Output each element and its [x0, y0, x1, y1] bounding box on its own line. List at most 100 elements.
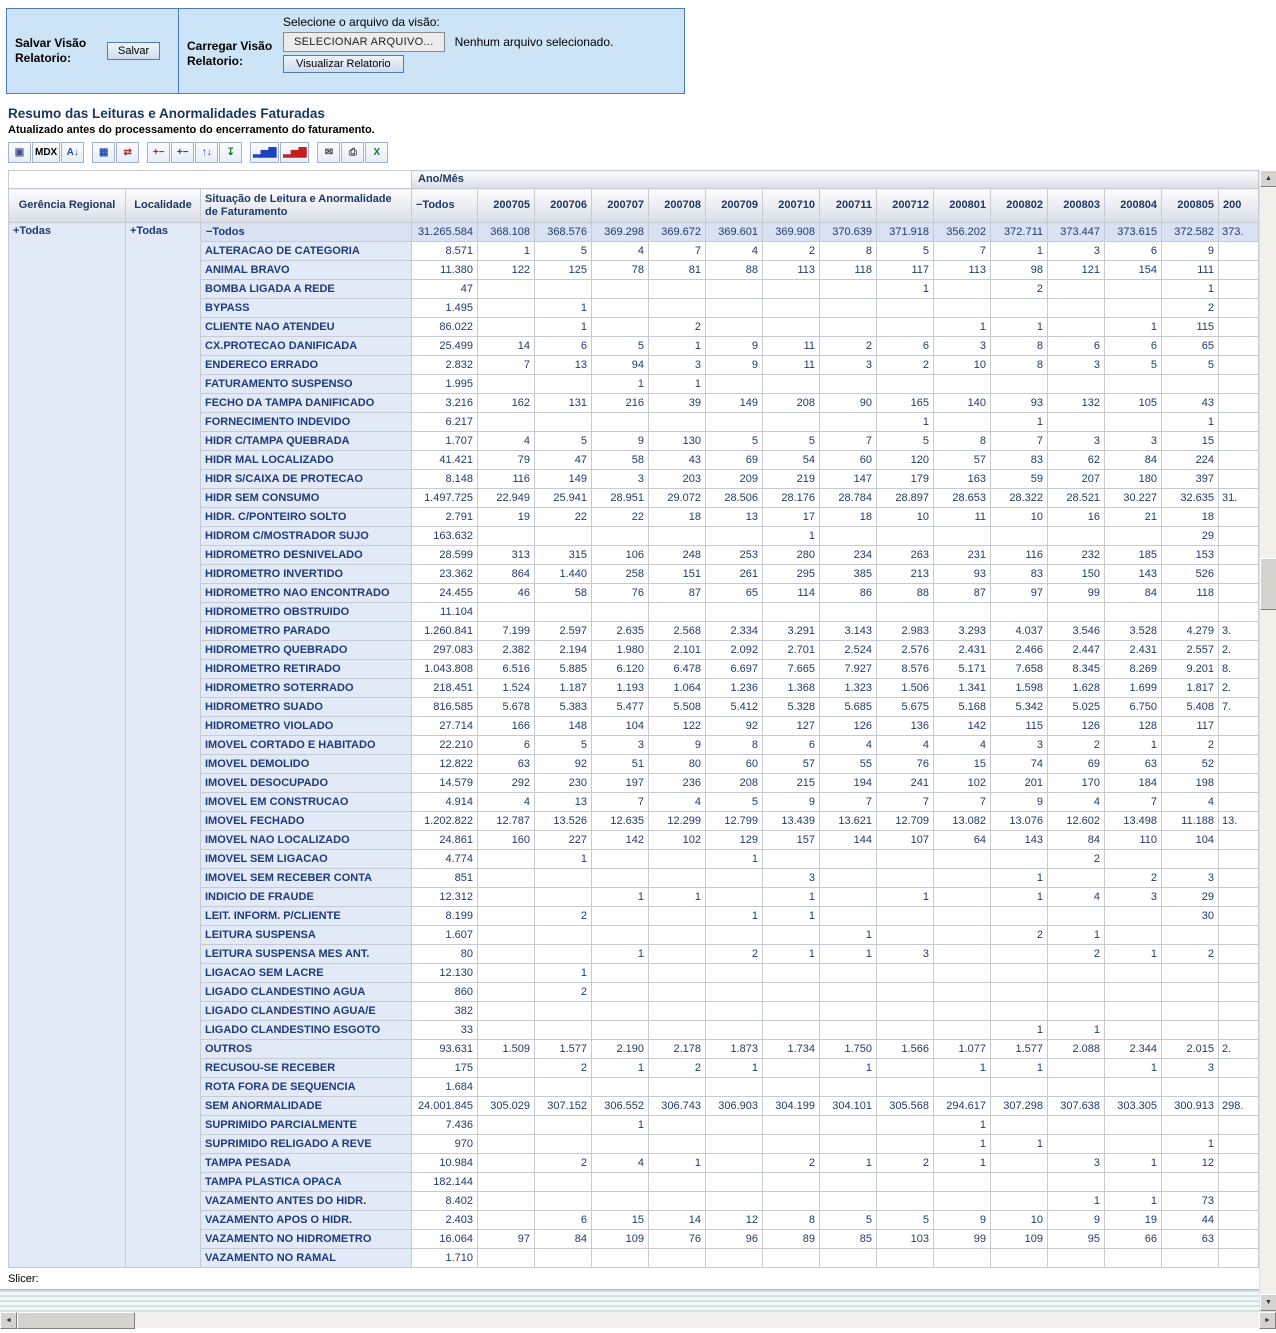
row-header[interactable]: VAZAMENTO ANTES DO HIDR.: [201, 1192, 412, 1211]
row-header[interactable]: INDICIO DE FRAUDE: [201, 888, 412, 907]
save-button[interactable]: Salvar: [107, 42, 160, 60]
row-header[interactable]: HIDROMETRO SUADO: [201, 698, 412, 717]
mdx-button[interactable]: MDX: [32, 142, 60, 163]
row-header[interactable]: HIDR S/CAIXA DE PROTECAO: [201, 470, 412, 489]
row-header[interactable]: LIGACAO SEM LACRE: [201, 964, 412, 983]
row-header[interactable]: HIDR C/TAMPA QUEBRADA: [201, 432, 412, 451]
autofilter-icon[interactable]: ▦: [92, 142, 115, 163]
vertical-scrollbar[interactable]: ▲ ▼: [1259, 170, 1276, 1311]
row-header[interactable]: OUTROS: [201, 1040, 412, 1059]
row-header[interactable]: ANIMAL BRAVO: [201, 261, 412, 280]
row-header[interactable]: ENDERECO ERRADO: [201, 356, 412, 375]
row-header[interactable]: IMOVEL DEMOLIDO: [201, 755, 412, 774]
column-header-month[interactable]: 200707: [592, 189, 649, 223]
row-header[interactable]: IMOVEL SEM LIGACAO: [201, 850, 412, 869]
column-header-month[interactable]: 200: [1219, 189, 1259, 223]
scroll-down-icon[interactable]: ▼: [1260, 1294, 1276, 1311]
column-header-month[interactable]: 200709: [706, 189, 763, 223]
column-header-month[interactable]: 200712: [877, 189, 934, 223]
column-header-month[interactable]: 200804: [1105, 189, 1162, 223]
move-field-icon[interactable]: ⇄: [116, 142, 139, 163]
row-header[interactable]: HIDROMETRO RETIRADO: [201, 660, 412, 679]
column-header-month[interactable]: 200802: [991, 189, 1048, 223]
row-header[interactable]: LIGADO CLANDESTINO AGUA: [201, 983, 412, 1002]
column-header-month[interactable]: 200710: [763, 189, 820, 223]
row-header[interactable]: CLIENTE NAO ATENDEU: [201, 318, 412, 337]
horizontal-scroll-thumb[interactable]: [17, 1312, 135, 1329]
field-header-localidade[interactable]: Localidade: [126, 189, 201, 223]
row-header[interactable]: IMOVEL NAO LOCALIZADO: [201, 831, 412, 850]
row-header[interactable]: FECHO DA TAMPA DANIFICADO: [201, 394, 412, 413]
column-header-todos[interactable]: −Todos: [412, 189, 478, 223]
expand-details-icon[interactable]: +−: [147, 142, 170, 163]
column-header-month[interactable]: 200711: [820, 189, 877, 223]
year-month-field-header[interactable]: Ano/Mês: [412, 171, 1259, 189]
row-header[interactable]: CX.PROTECAO DANIFICADA: [201, 337, 412, 356]
excel-export-icon[interactable]: X: [365, 142, 388, 163]
row-header[interactable]: ALTERACAO DE CATEGORIA: [201, 242, 412, 261]
horizontal-scrollbar[interactable]: ◄ ►: [0, 1311, 1276, 1328]
row-header[interactable]: −Todos: [201, 223, 412, 242]
column-header-month[interactable]: 200705: [478, 189, 535, 223]
scroll-up-icon[interactable]: ▲: [1260, 170, 1276, 187]
row-header[interactable]: IMOVEL SEM RECEBER CONTA: [201, 869, 412, 888]
row-header[interactable]: HIDR. C/PONTEIRO SOLTO: [201, 508, 412, 527]
row-header[interactable]: VAZAMENTO NO HIDROMETRO: [201, 1230, 412, 1249]
row-header[interactable]: ROTA FORA DE SEQUENCIA: [201, 1078, 412, 1097]
field-header-situacao[interactable]: Situação de Leitura e Anormalidade de Fa…: [201, 189, 412, 223]
column-header-month[interactable]: 200706: [535, 189, 592, 223]
row-header[interactable]: VAZAMENTO NO RAMAL: [201, 1249, 412, 1268]
export-icon[interactable]: ✉: [317, 142, 340, 163]
row-header[interactable]: TAMPA PESADA: [201, 1154, 412, 1173]
row-header[interactable]: LIGADO CLANDESTINO ESGOTO: [201, 1021, 412, 1040]
row-header[interactable]: LEITURA SUSPENSA MES ANT.: [201, 945, 412, 964]
row-header[interactable]: HIDROMETRO VIOLADO: [201, 717, 412, 736]
collapse-field-icon[interactable]: ↧: [219, 142, 242, 163]
row-header[interactable]: FORNECIMENTO INDEVIDO: [201, 413, 412, 432]
row-header[interactable]: HIDROMETRO DESNIVELADO: [201, 546, 412, 565]
row-header[interactable]: TAMPA PLASTICA OPACA: [201, 1173, 412, 1192]
row-header[interactable]: HIDR SEM CONSUMO: [201, 489, 412, 508]
hide-details-icon[interactable]: +−: [171, 142, 194, 163]
row-header[interactable]: HIDROMETRO INVERTIDO: [201, 565, 412, 584]
bar-chart-icon[interactable]: ▂▅▇: [250, 142, 279, 163]
row-header[interactable]: HIDROMETRO QUEBRADO: [201, 641, 412, 660]
sort-az-icon[interactable]: A↓: [61, 142, 84, 163]
column-header-month[interactable]: 200805: [1162, 189, 1219, 223]
view-report-button[interactable]: Visualizar Relatorio: [283, 55, 404, 73]
scroll-left-icon[interactable]: ◄: [0, 1312, 17, 1329]
row-header[interactable]: LEITURA SUSPENSA: [201, 926, 412, 945]
scroll-right-icon[interactable]: ►: [1259, 1312, 1276, 1329]
row-header[interactable]: VAZAMENTO APOS O HIDR.: [201, 1211, 412, 1230]
row-header[interactable]: IMOVEL EM CONSTRUCAO: [201, 793, 412, 812]
gerencia-regional-cell[interactable]: +Todas: [9, 223, 126, 1268]
row-header[interactable]: LIGADO CLANDESTINO AGUA/E: [201, 1002, 412, 1021]
row-header[interactable]: HIDROMETRO NAO ENCONTRADO: [201, 584, 412, 603]
row-header[interactable]: SUPRIMIDO RELIGADO A REVE: [201, 1135, 412, 1154]
row-header[interactable]: BYPASS: [201, 299, 412, 318]
select-file-button[interactable]: SELECIONAR ARQUIVO...: [283, 32, 445, 52]
vertical-scroll-thumb[interactable]: [1260, 558, 1276, 610]
sort-toggle-icon[interactable]: ↑↓: [195, 142, 218, 163]
print-icon[interactable]: ⎙: [341, 142, 364, 163]
localidade-cell[interactable]: +Todas: [126, 223, 201, 1268]
column-chart-icon[interactable]: ▂▅▇: [280, 142, 309, 163]
row-header[interactable]: HIDROMETRO PARADO: [201, 622, 412, 641]
column-header-month[interactable]: 200708: [649, 189, 706, 223]
row-header[interactable]: HIDROMETRO SOTERRADO: [201, 679, 412, 698]
row-header[interactable]: SUPRIMIDO PARCIALMENTE: [201, 1116, 412, 1135]
row-header[interactable]: IMOVEL CORTADO E HABITADO: [201, 736, 412, 755]
column-header-month[interactable]: 200801: [934, 189, 991, 223]
row-header[interactable]: HIDROMETRO OBSTRUIDO: [201, 603, 412, 622]
row-header[interactable]: RECUSOU-SE RECEBER: [201, 1059, 412, 1078]
row-header[interactable]: HIDR MAL LOCALIZADO: [201, 451, 412, 470]
field-header-gerencia-regional[interactable]: Gerência Regional: [9, 189, 126, 223]
row-header[interactable]: SEM ANORMALIDADE: [201, 1097, 412, 1116]
row-header[interactable]: HIDROM C/MOSTRADOR SUJO: [201, 527, 412, 546]
row-header[interactable]: IMOVEL DESOCUPADO: [201, 774, 412, 793]
copy-icon[interactable]: ▣: [8, 142, 31, 163]
column-header-month[interactable]: 200803: [1048, 189, 1105, 223]
row-header[interactable]: BOMBA LIGADA A REDE: [201, 280, 412, 299]
row-header[interactable]: FATURAMENTO SUSPENSO: [201, 375, 412, 394]
row-header[interactable]: IMOVEL FECHADO: [201, 812, 412, 831]
